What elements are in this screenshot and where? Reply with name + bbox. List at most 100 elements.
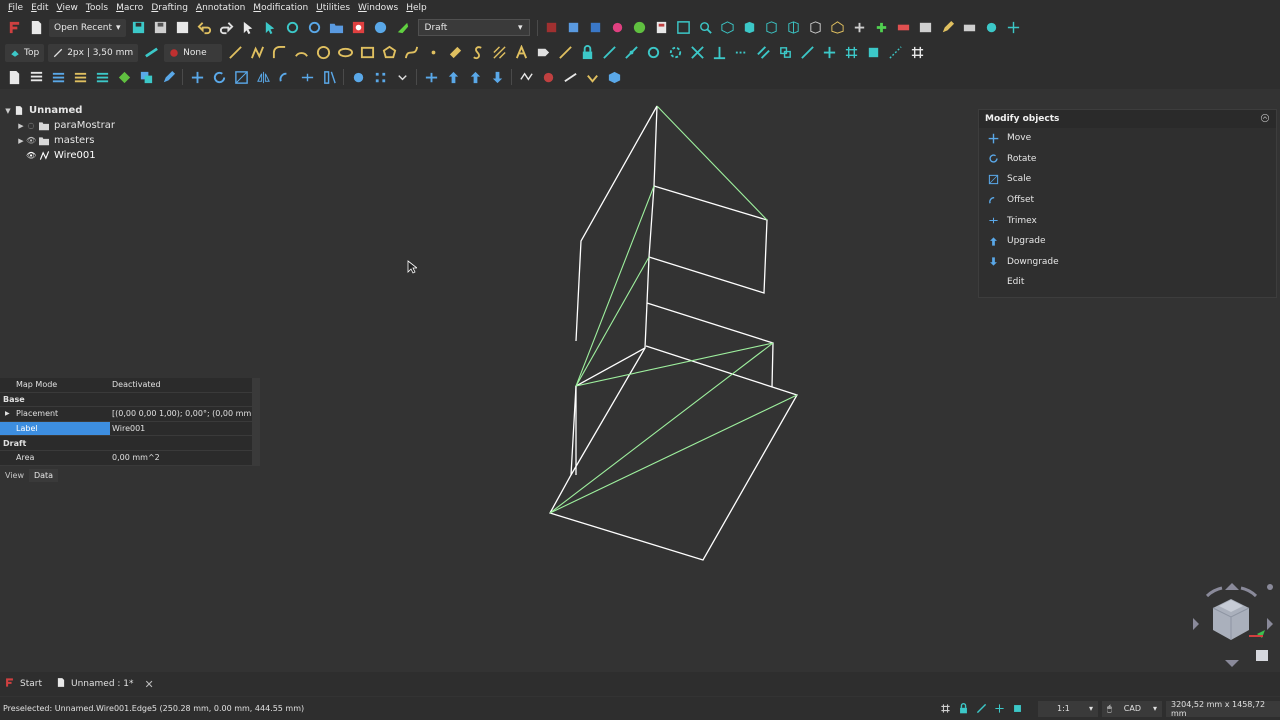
scale-icon[interactable] [232,68,250,86]
save-icon[interactable] [152,19,170,37]
draft-shapestring-icon[interactable] [468,44,486,62]
undo-icon[interactable] [196,19,214,37]
join-icon[interactable] [422,68,440,86]
menu-drafting[interactable]: Drafting [147,3,192,13]
offset-icon[interactable] [276,68,294,86]
menu-file[interactable]: File [4,3,27,13]
draft-hatch-icon[interactable] [490,44,508,62]
task-item-rotate[interactable]: Rotate [979,149,1276,170]
draft-arc-icon[interactable] [292,44,310,62]
macro-execute-icon[interactable] [372,19,390,37]
list-icon[interactable] [27,68,45,86]
tree-item-paramostrar[interactable]: ▶ ◌ paraMostrar [0,118,260,133]
menu-modification[interactable]: Modification [249,3,312,13]
wire-edge[interactable] [575,256,650,387]
draft-dimension-icon[interactable] [556,44,574,62]
toggle-grid-icon[interactable] [908,44,926,62]
collapse-arrow-icon[interactable]: ▶ [16,122,26,130]
grid-toggle-icon[interactable] [938,702,952,716]
property-row-area[interactable]: Area 0,00 mm^2 [0,450,260,466]
white-edges[interactable] [549,105,798,561]
wire-edge[interactable] [575,342,774,387]
green-edges[interactable] [549,105,798,514]
rotate-icon[interactable] [210,68,228,86]
property-scrollbar[interactable] [252,378,260,465]
task-item-trimex[interactable]: Trimex [979,210,1276,231]
snap-near-icon[interactable] [798,44,816,62]
cursor-tool-icon[interactable] [240,19,258,37]
snap-grid-icon[interactable] [842,44,860,62]
menu-windows[interactable]: Windows [354,3,402,13]
draft-facebinder-icon[interactable] [446,44,464,62]
task-item-offset[interactable]: Offset [979,190,1276,211]
nav-rotate-left-icon[interactable] [1205,586,1223,598]
construction-mode-icon[interactable] [142,44,160,62]
open-recent-button[interactable]: Open Recent ▾ [49,18,126,37]
menu-utilities[interactable]: Utilities [312,3,354,13]
redo-icon[interactable] [218,19,236,37]
navigation-cube[interactable] [1185,578,1277,670]
draft-to-sketch-icon[interactable] [539,68,557,86]
layer-icon[interactable] [49,68,67,86]
working-plane-button[interactable]: Top [5,43,45,62]
remove-icon[interactable] [895,19,913,37]
draft-ellipse-icon[interactable] [336,44,354,62]
save-copy-icon[interactable] [174,19,192,37]
nav-rotate-right-icon[interactable] [1240,586,1258,598]
wire-edge[interactable] [570,347,646,476]
draft-polygon-icon[interactable] [380,44,398,62]
pencil-icon[interactable] [939,19,957,37]
property-value[interactable]: Wire001 [110,424,260,433]
nav-arrow-right-icon[interactable] [1267,618,1273,630]
snap-midpoint-icon[interactable] [622,44,640,62]
doc-tab-start[interactable]: Start [4,677,42,691]
menu-macro[interactable]: Macro [112,3,147,13]
crosshair-icon[interactable] [1005,19,1023,37]
workingplane-status-icon[interactable] [1010,702,1024,716]
task-panel-header[interactable]: Modify objects [979,110,1276,128]
nav-arrow-down-icon[interactable] [1225,660,1239,667]
snap-angle-icon[interactable] [666,44,684,62]
property-value[interactable]: [(0,00 0,00 1,00); 0,00°; (0,00 mm ... [110,409,260,418]
add-to-group-icon[interactable] [71,68,89,86]
std-group-icon[interactable] [587,19,605,37]
flip-dimension-icon[interactable] [583,68,601,86]
snap-center-icon[interactable] [644,44,662,62]
view-right-icon[interactable] [785,19,803,37]
view-top-icon[interactable] [763,19,781,37]
refresh-icon[interactable] [284,19,302,37]
snap-status-icon[interactable] [974,702,988,716]
workbench-icon[interactable] [394,19,412,37]
macro-record-icon[interactable] [350,19,368,37]
draft-line-icon[interactable] [226,44,244,62]
collapse-arrow-icon[interactable]: ▶ [16,137,26,145]
task-item-upgrade[interactable]: Upgrade [979,231,1276,252]
draft-rectangle-icon[interactable] [358,44,376,62]
menu-edit[interactable]: Edit [27,3,52,13]
wire-edge[interactable] [575,185,655,387]
array-icon[interactable] [371,68,389,86]
scale-selector[interactable]: 1:1 ▾ [1038,700,1098,717]
stretch-icon[interactable] [320,68,338,86]
add-icon[interactable] [873,19,891,37]
tree-root[interactable]: ▼ Unnamed [0,103,260,118]
tab-view[interactable]: View [0,469,29,482]
draft-polyline-icon[interactable] [248,44,266,62]
visibility-icon[interactable]: 👁 [26,136,36,145]
workbench-selector[interactable]: Draft ▾ [417,19,530,36]
array-dropdown-icon[interactable] [393,68,411,86]
measure-icon[interactable] [653,19,671,37]
menu-help[interactable]: Help [402,3,431,13]
visibility-icon[interactable]: 👁 [26,151,36,160]
window-icon[interactable] [917,19,935,37]
split-icon[interactable] [444,68,462,86]
view-fit-all-icon[interactable] [675,19,693,37]
snap-lock-icon[interactable] [578,44,596,62]
upgrade-icon[interactable] [466,68,484,86]
snap-extension-icon[interactable] [732,44,750,62]
move-icon[interactable] [188,68,206,86]
menu-tools[interactable]: Tools [82,3,112,13]
wire-edge[interactable] [646,302,774,388]
clone-icon[interactable] [349,68,367,86]
task-item-edit[interactable]: Edit [979,272,1276,293]
